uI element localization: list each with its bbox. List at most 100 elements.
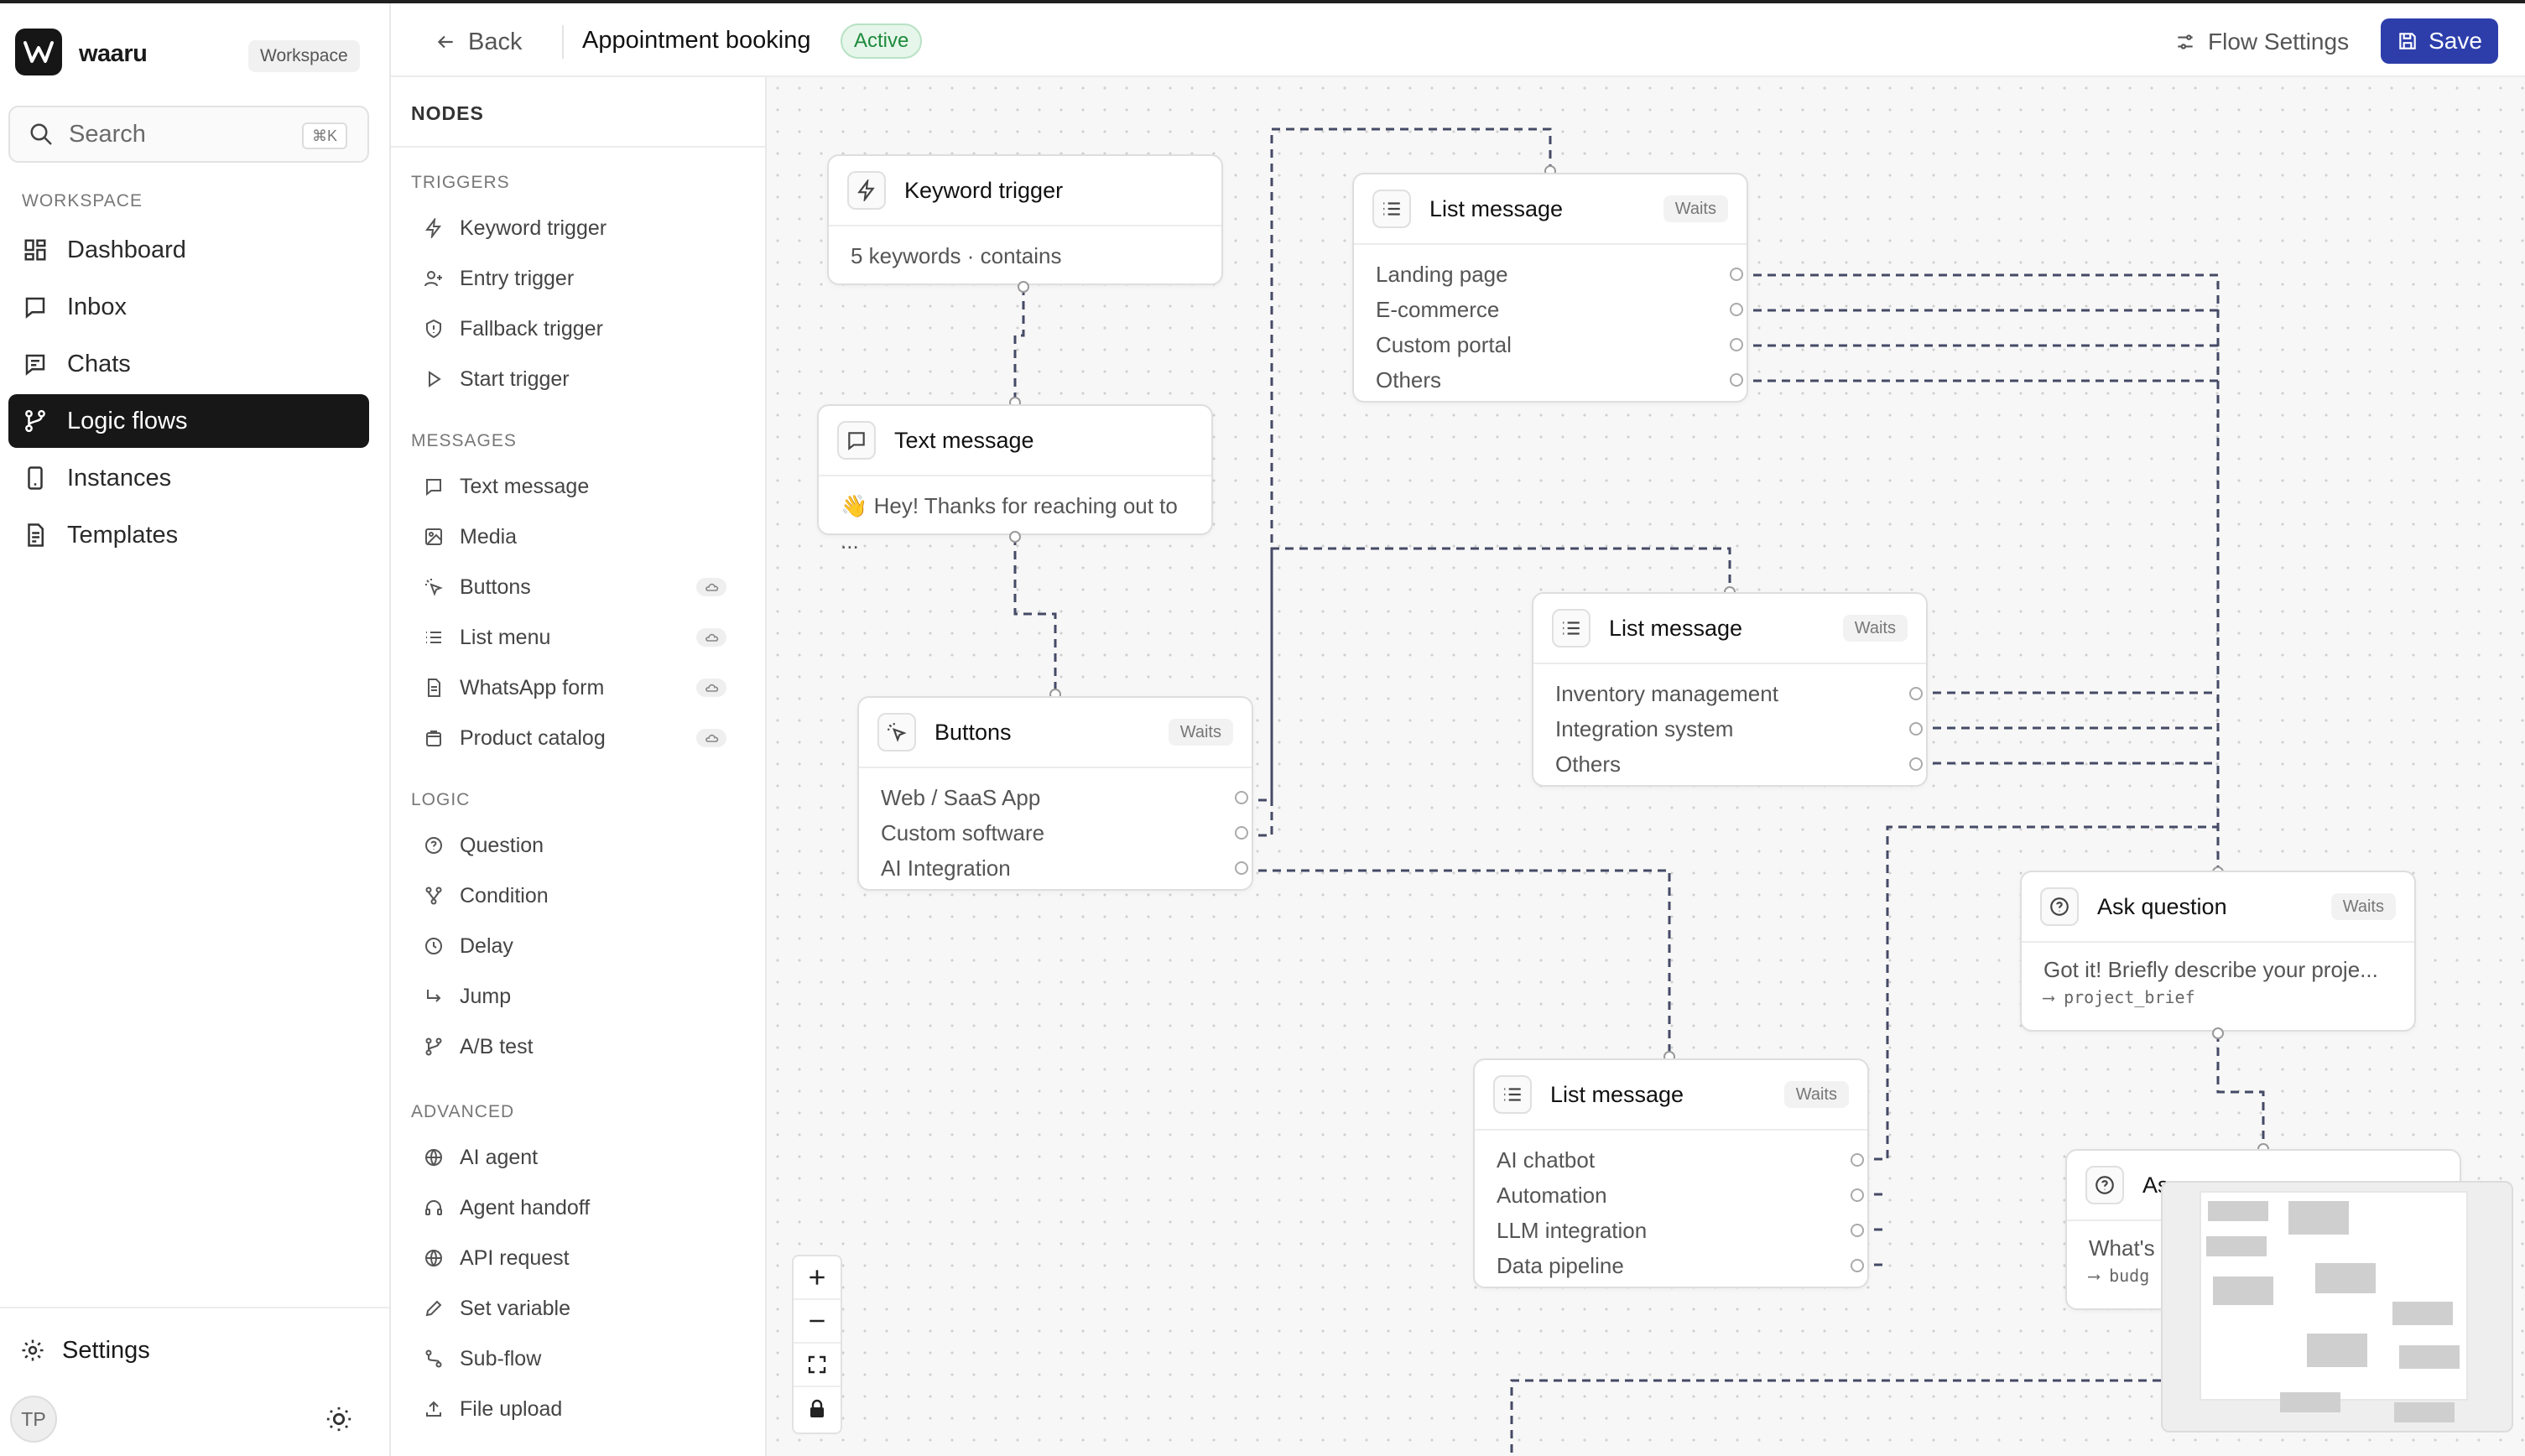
option-port[interactable] <box>1235 791 1248 804</box>
option-port[interactable] <box>1730 268 1743 281</box>
sidebar-item-instances[interactable]: Instances <box>8 451 369 505</box>
palette-item-ab-test[interactable]: A/B test <box>421 1027 757 1067</box>
option-port[interactable] <box>1851 1153 1864 1167</box>
palette-item-media[interactable]: Media <box>421 517 757 557</box>
node-option[interactable]: Others <box>1376 362 1743 398</box>
sidebar-item-settings[interactable]: Settings <box>8 1323 369 1377</box>
palette-item-question[interactable]: Question <box>421 825 757 866</box>
option-label: LLM integration <box>1497 1218 1648 1243</box>
avatar[interactable]: TP <box>10 1396 57 1443</box>
palette-item-api-request[interactable]: API request <box>421 1238 757 1278</box>
node-output-port[interactable] <box>1009 531 1021 543</box>
option-port[interactable] <box>1235 861 1248 875</box>
sidebar-item-label: Chats <box>67 350 131 377</box>
node-option[interactable]: LLM integration <box>1497 1213 1864 1248</box>
node-ask-question[interactable]: Ask question Waits Got it! Briefly descr… <box>2020 871 2416 1032</box>
palette-item-label: Delay <box>460 933 513 958</box>
save-button[interactable]: Save <box>2381 18 2498 64</box>
palette-item-sub-flow[interactable]: Sub-flow <box>421 1339 757 1379</box>
shield-icon <box>421 316 446 341</box>
node-list-message-2[interactable]: List message Waits Inventory management … <box>1532 592 1928 787</box>
back-button[interactable]: Back <box>435 23 522 60</box>
palette-item-whatsapp-form[interactable]: WhatsApp form <box>421 668 757 708</box>
node-option[interactable]: E-commerce <box>1376 292 1743 327</box>
fit-view-button[interactable] <box>794 1344 841 1387</box>
palette-item-text-message[interactable]: Text message <box>421 466 757 507</box>
search-box[interactable]: Search ⌘K <box>8 106 369 163</box>
palette-item-start-trigger[interactable]: Start trigger <box>421 359 757 399</box>
palette-item-delay[interactable]: Delay <box>421 926 757 966</box>
option-label: Inventory management <box>1555 681 1778 706</box>
node-option[interactable]: Custom software <box>881 815 1248 850</box>
plus-icon <box>810 1270 825 1285</box>
palette-item-keyword-trigger[interactable]: Keyword trigger <box>421 208 757 248</box>
zoom-in-button[interactable] <box>794 1256 841 1300</box>
palette-item-label: Sub-flow <box>460 1346 542 1370</box>
sidebar-item-templates[interactable]: Templates <box>8 508 369 562</box>
node-text-message[interactable]: Text message 👋 Hey! Thanks for reaching … <box>817 404 1213 554</box>
palette-item-fallback-trigger[interactable]: Fallback trigger <box>421 309 757 349</box>
node-list-message-3[interactable]: List message Waits AI chatbot Automation… <box>1473 1058 1869 1288</box>
option-port[interactable] <box>1909 757 1923 771</box>
node-output-port[interactable] <box>1018 281 1029 293</box>
node-keyword-trigger[interactable]: Keyword trigger 5 keywords · contains <box>827 154 1223 285</box>
workspace-badge[interactable]: Workspace <box>248 40 360 72</box>
node-option[interactable]: Inventory management <box>1555 676 1923 711</box>
flow-settings-button[interactable]: Flow Settings <box>2174 23 2349 60</box>
back-label: Back <box>468 28 523 55</box>
node-option[interactable]: Integration system <box>1555 711 1923 746</box>
palette-item-label: WhatsApp form <box>460 675 605 699</box>
user-plus-icon <box>421 266 446 291</box>
option-port[interactable] <box>1909 687 1923 700</box>
node-option[interactable]: Custom portal <box>1376 327 1743 362</box>
flow-title[interactable]: Appointment booking <box>582 27 810 55</box>
cloud-icon <box>696 578 726 596</box>
chat-icon <box>20 349 50 379</box>
node-option[interactable]: Others <box>1555 746 1923 782</box>
flow-canvas[interactable]: Keyword trigger 5 keywords · contains Te… <box>767 77 2525 1456</box>
sidebar-item-chats[interactable]: Chats <box>8 337 369 391</box>
node-list-message-1[interactable]: List message Waits Landing page E-commer… <box>1352 173 1748 403</box>
play-icon <box>421 367 446 392</box>
node-option[interactable]: AI chatbot <box>1497 1142 1864 1178</box>
palette-item-agent-handoff[interactable]: Agent handoff <box>421 1188 757 1228</box>
minimap[interactable] <box>2161 1181 2513 1433</box>
palette-item-ai-agent[interactable]: AI agent <box>421 1137 757 1178</box>
node-option[interactable]: Landing page <box>1376 257 1743 292</box>
palette-item-entry-trigger[interactable]: Entry trigger <box>421 258 757 299</box>
node-option[interactable]: Web / SaaS App <box>881 780 1248 815</box>
palette-item-condition[interactable]: Condition <box>421 876 757 916</box>
theme-toggle[interactable] <box>320 1401 357 1438</box>
sidebar-item-dashboard[interactable]: Dashboard <box>8 223 369 277</box>
lock-button[interactable] <box>794 1387 841 1431</box>
zoom-out-button[interactable] <box>794 1300 841 1344</box>
option-port[interactable] <box>1235 826 1248 840</box>
palette-item-file-upload[interactable]: File upload <box>421 1389 757 1429</box>
node-options: AI chatbot Automation LLM integration Da… <box>1475 1131 1867 1295</box>
palette-item-label: Buttons <box>460 575 531 599</box>
route-icon <box>421 1346 446 1371</box>
option-label: Custom software <box>881 820 1045 845</box>
edge-offscreen <box>1510 1379 2161 1456</box>
palette-item-list-menu[interactable]: List menu <box>421 617 757 658</box>
node-option[interactable]: Automation <box>1497 1178 1864 1213</box>
brand-logo[interactable] <box>15 29 62 75</box>
option-port[interactable] <box>1730 303 1743 316</box>
node-option[interactable]: Data pipeline <box>1497 1248 1864 1283</box>
sidebar-item-inbox[interactable]: Inbox <box>8 280 369 334</box>
option-port[interactable] <box>1730 338 1743 351</box>
node-option[interactable]: AI Integration <box>881 850 1248 886</box>
node-output-port[interactable] <box>2212 1027 2224 1039</box>
option-port[interactable] <box>1851 1259 1864 1272</box>
option-port[interactable] <box>1851 1224 1864 1237</box>
option-port[interactable] <box>1851 1188 1864 1202</box>
palette-item-set-variable[interactable]: Set variable <box>421 1288 757 1329</box>
node-buttons[interactable]: Buttons Waits Web / SaaS App Custom soft… <box>857 696 1253 891</box>
palette-item-jump[interactable]: Jump <box>421 976 757 1017</box>
palette-item-buttons[interactable]: Buttons <box>421 567 757 607</box>
option-port[interactable] <box>1909 722 1923 736</box>
sidebar-item-label: Dashboard <box>67 236 186 263</box>
palette-item-product-catalog[interactable]: Product catalog <box>421 718 757 758</box>
option-port[interactable] <box>1730 373 1743 387</box>
sidebar-item-logic-flows[interactable]: Logic flows <box>8 394 369 448</box>
